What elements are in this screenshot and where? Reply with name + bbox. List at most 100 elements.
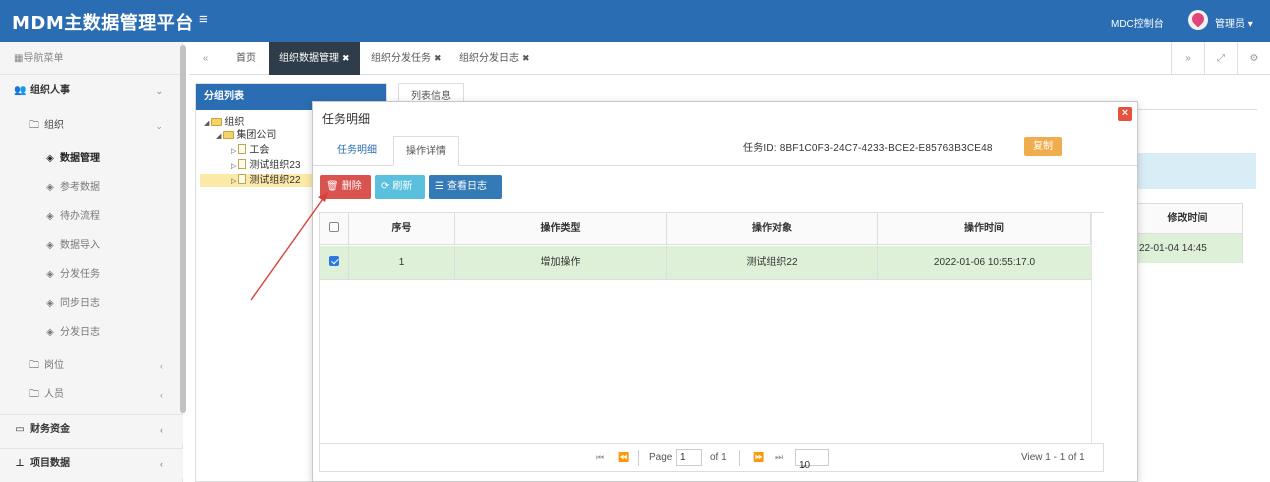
- cell-op-target: 测试组织22: [667, 246, 878, 280]
- sidebar-item-sync-log[interactable]: ◈ 同步日志: [0, 289, 183, 319]
- sidebar-item-org[interactable]: 🗀 组织 ⌄: [0, 111, 183, 141]
- pager: ⏮ ⏪ Page 1 of 1 ⏩ ⏭ 10 ⌄ View 1 - 1 of 1: [320, 443, 1103, 472]
- tab-org-data-management[interactable]: 组织数据管理 ✖: [269, 42, 360, 75]
- top-bar: MDM主数据管理平台 ≡ MDC控制台 管理员 ▾: [0, 0, 1270, 42]
- tree-node-label: 集团公司: [236, 130, 277, 141]
- page-total: of 1: [710, 452, 727, 463]
- sidebar-item-position[interactable]: 🗀 岗位 ‹: [0, 351, 183, 381]
- chevron-down-icon: ⌄: [155, 86, 163, 96]
- chevron-left-icon: ‹: [160, 361, 163, 371]
- sidebar-item-label: 分发任务: [60, 269, 100, 280]
- refresh-button[interactable]: ⟳ 刷新: [375, 175, 425, 199]
- tag-icon: ◈: [46, 182, 54, 193]
- sidebar-item-label: 人员: [44, 389, 64, 400]
- view-log-label: 查看日志: [446, 181, 487, 192]
- sidebar-item-reference-data[interactable]: ◈ 参考数据: [0, 173, 183, 203]
- tab-label: 首页: [236, 53, 256, 64]
- tab-org-dispatch-log[interactable]: 组织分发日志 ✖: [449, 42, 540, 75]
- collapsed-icon[interactable]: ▷: [231, 148, 236, 155]
- task-id-value: 8BF1C0F3-24C7-4233-BCE2-E85763B3CE48: [779, 143, 993, 154]
- expanded-icon[interactable]: ◢: [204, 120, 209, 127]
- tree-node-label: 组织: [224, 117, 245, 128]
- page-size-select[interactable]: 10 ⌄: [795, 449, 829, 471]
- tree-node-org[interactable]: ◢ 组织: [204, 116, 244, 129]
- sidebar-item-dispatch-log[interactable]: ◈ 分发日志: [0, 318, 183, 348]
- divider: [739, 450, 740, 466]
- sidebar-item-label: 岗位: [44, 360, 64, 371]
- chevron-down-icon: ⌄: [799, 460, 808, 471]
- prev-page-icon[interactable]: ⏪: [618, 452, 629, 463]
- tab-label: 组织数据管理: [279, 53, 339, 64]
- sidebar-item-label: 数据管理: [60, 153, 100, 164]
- column-header-op-target[interactable]: 操作对象: [667, 213, 878, 245]
- delete-label: 删除: [341, 181, 362, 192]
- tree-node-union[interactable]: ▷ 工会: [231, 144, 269, 157]
- tab-home[interactable]: 首页: [226, 42, 266, 75]
- tab-operation-detail[interactable]: 操作详情: [393, 136, 459, 166]
- expanded-icon[interactable]: ◢: [216, 133, 221, 140]
- first-page-icon[interactable]: ⏮: [596, 452, 604, 463]
- sidebar: ▦导航菜单 👥 组织人事 ⌄ 🗀 组织 ⌄ ◈ 数据管理 ◈ 参考数据 ◈ 待办流程 ◈ 数据导…: [0, 42, 183, 482]
- close-icon[interactable]: ✖: [434, 53, 442, 63]
- last-page-icon[interactable]: ⏭: [775, 452, 783, 463]
- cell-op-time: 2022-01-06 10:55:17.0: [933, 257, 1036, 268]
- tab-task-detail[interactable]: 任务明细: [325, 136, 389, 166]
- sidebar-item-data-import[interactable]: ◈ 数据导入: [0, 231, 183, 261]
- sidebar-item-project-data[interactable]: ⊥ 项目数据 ‹: [0, 448, 183, 478]
- collapsed-icon[interactable]: ▷: [231, 163, 236, 170]
- close-icon[interactable]: ×: [1118, 107, 1132, 121]
- cell-seq: 1: [349, 246, 455, 280]
- copy-button[interactable]: 复制: [1024, 137, 1062, 156]
- sidebar-item-finance[interactable]: ▭ 财务资金 ‹: [0, 414, 183, 444]
- column-header-op-time[interactable]: 操作时间: [878, 213, 1091, 245]
- view-log-button[interactable]: ☰ 查看日志: [429, 175, 502, 199]
- user-menu[interactable]: 管理员 ▾: [1215, 15, 1253, 30]
- tabs-bar: « 首页 组织数据管理 ✖ 组织分发任务 ✖ 组织分发日志 ✖ » ⤢ ⚙: [189, 42, 1270, 75]
- collapsed-icon[interactable]: ▷: [231, 178, 236, 185]
- tree-node-test-org-23[interactable]: ▷ 测试组织23: [231, 159, 301, 172]
- column-header-op-type[interactable]: 操作类型: [455, 213, 667, 245]
- page-input[interactable]: 1: [676, 449, 702, 466]
- next-page-icon[interactable]: ⏩: [753, 452, 764, 463]
- avatar[interactable]: [1188, 10, 1208, 30]
- sidebar-item-data-management[interactable]: ◈ 数据管理: [0, 144, 183, 174]
- chevron-left-icon: ‹: [160, 425, 163, 435]
- tree-node-group-company[interactable]: ◢ 集团公司: [216, 129, 276, 142]
- file-icon: [238, 159, 247, 169]
- tabs-scroll-right-icon[interactable]: »: [1171, 42, 1204, 75]
- tab-org-dispatch-task[interactable]: 组织分发任务 ✖: [361, 42, 452, 75]
- folder-icon: 🗀: [29, 389, 39, 400]
- folder-icon: [211, 118, 223, 126]
- sidebar-scrollbar[interactable]: [180, 45, 186, 413]
- chevron-left-icon: ‹: [160, 390, 163, 400]
- table-row[interactable]: 1 增加操作 测试组织22 2022-01-06 10:55:17.0: [320, 246, 1091, 280]
- sidebar-item-dispatch-task[interactable]: ◈ 分发任务: [0, 260, 183, 290]
- task-detail-modal: 任务明细 × 任务明细 操作详情 任务ID: 8BF1C0F3-24C7-423…: [312, 101, 1138, 482]
- file-icon: [238, 174, 247, 184]
- sidebar-item-personnel[interactable]: 🗀 人员 ‹: [0, 380, 183, 410]
- users-icon: 👥: [14, 85, 27, 96]
- sidebar-item-org-hr[interactable]: 👥 组织人事 ⌄: [0, 76, 183, 106]
- grid-scrollbar[interactable]: [1091, 213, 1104, 443]
- sidebar-item-todo-flow[interactable]: ◈ 待办流程: [0, 202, 183, 232]
- tree-node-label: 测试组织22: [249, 175, 301, 186]
- tabs-scroll-left-icon[interactable]: «: [189, 42, 222, 75]
- close-icon[interactable]: ✖: [522, 53, 530, 63]
- caret-down-icon: ▾: [1247, 19, 1253, 30]
- task-id-label: 任务ID:: [743, 143, 777, 154]
- fullscreen-icon[interactable]: ⤢: [1204, 42, 1237, 75]
- card-icon: ▭: [15, 424, 25, 435]
- gear-icon[interactable]: ⚙: [1237, 42, 1270, 75]
- column-header-seq[interactable]: 序号: [349, 213, 455, 245]
- sidebar-item-label: 数据导入: [60, 240, 100, 251]
- app-title: MDM主数据管理平台: [12, 13, 194, 34]
- list-icon: ☰: [435, 181, 444, 192]
- close-icon[interactable]: ✖: [342, 53, 350, 63]
- folder-icon: 🗀: [29, 120, 39, 131]
- tag-icon: ◈: [46, 269, 54, 280]
- menu-toggle-icon[interactable]: ≡: [199, 11, 208, 28]
- page-label: Page: [649, 452, 673, 463]
- tag-icon: ◈: [46, 153, 54, 164]
- console-link[interactable]: MDC控制台: [1111, 15, 1164, 30]
- tree-node-label: 工会: [249, 145, 270, 156]
